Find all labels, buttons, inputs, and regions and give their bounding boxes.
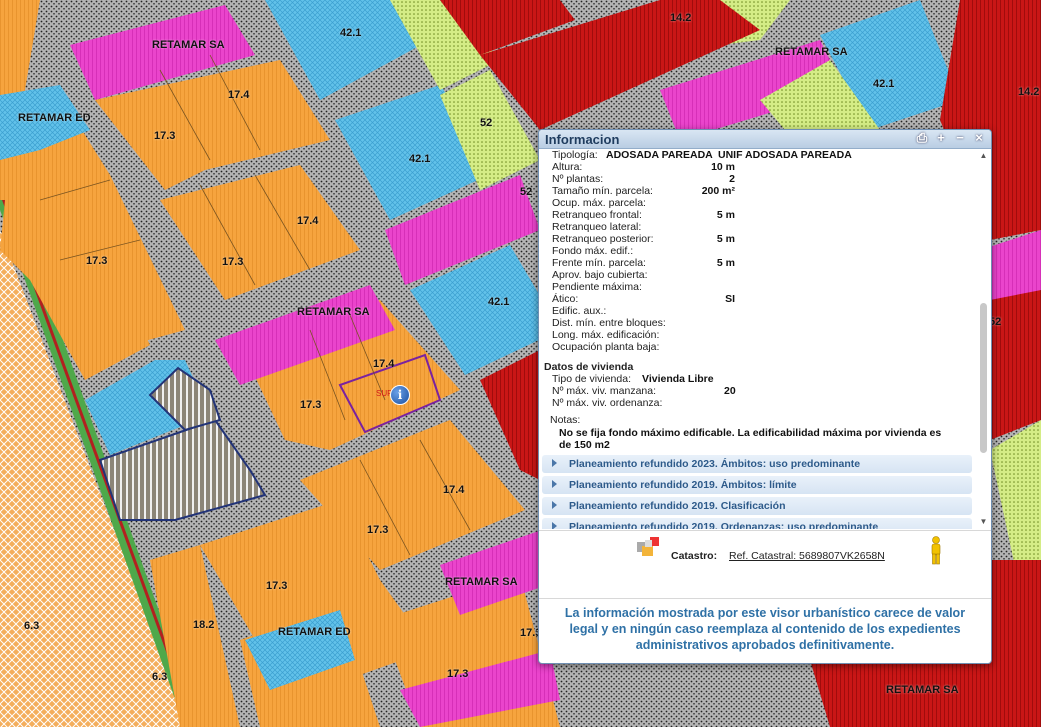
info-marker-icon[interactable]: i	[390, 385, 410, 405]
scrollbar-thumb[interactable]	[980, 303, 987, 453]
close-icon[interactable]: ×	[973, 131, 985, 145]
catastro-label: Catastro:	[671, 550, 718, 562]
map-label: 17.3	[222, 256, 244, 268]
zone-red	[990, 290, 1041, 440]
scroll-down-icon[interactable]: ▼	[978, 517, 989, 527]
map-label: 17.3	[86, 255, 108, 267]
param-label: Retranqueo frontal:	[552, 209, 642, 221]
minimize-icon[interactable]: −	[954, 131, 966, 145]
max-manzana-value: 20	[724, 385, 736, 397]
expand-arrow-icon	[552, 522, 557, 529]
param-label: Frente mín. parcela:	[552, 257, 646, 269]
param-label: Fondo máx. edif.:	[552, 245, 634, 257]
map-label: RETAMAR SA	[886, 684, 959, 696]
param-value: SI	[725, 293, 735, 305]
ref-catastral-link[interactable]: Ref. Catastral: 5689807VK2658N	[729, 550, 885, 562]
param-value: 5 m	[716, 209, 735, 221]
map-label: RETAMAR ED	[278, 626, 351, 638]
accordion-label: Planeamiento refundido 2019. Clasificaci…	[569, 500, 786, 512]
map-label: 6.3	[24, 620, 40, 632]
map-label: RETAMAR ED	[18, 112, 91, 124]
street-view-person-icon[interactable]	[929, 536, 943, 566]
param-label: Ocupación planta baja:	[552, 341, 660, 353]
map-label: 17.3	[154, 130, 176, 142]
tipologia-value: ADOSADA PAREADA	[606, 149, 713, 161]
scroll-up-icon[interactable]: ▲	[978, 151, 989, 161]
map-label: 18.2	[193, 619, 215, 631]
map-label: 6.3	[152, 671, 168, 683]
maximize-icon[interactable]: +	[935, 131, 947, 145]
tipo-vivienda-value: Vivienda Libre	[642, 373, 714, 385]
map-label: RETAMAR SA	[445, 576, 518, 588]
catastro-logo-icon	[637, 537, 659, 556]
notas-text-2: de 150 m2	[559, 439, 610, 451]
catastro-section: Catastro: Ref. Catastral: 5689807VK2658N	[539, 530, 991, 581]
map-label: 17.4	[373, 358, 395, 370]
map-label: RETAMAR SA	[152, 39, 225, 51]
param-value: 2	[729, 173, 735, 185]
info-window: Informacion ⎙ + − × Tipología: ADOSADA P…	[538, 129, 992, 664]
info-window-titlebar[interactable]: Informacion ⎙ + − ×	[539, 130, 991, 149]
tipologia-label: Tipología:	[552, 149, 598, 161]
notas-text: No se fija fondo máximo edificable. La e…	[559, 427, 942, 439]
map-label: 52	[480, 117, 493, 129]
map-label: 17.4	[443, 484, 465, 496]
map-label: 42.1	[340, 27, 362, 39]
accordion-label: Planeamiento refundido 2019. Ordenanzas:…	[569, 521, 879, 529]
info-scroll-area[interactable]: Tipología: ADOSADA PAREADA UNIF ADOSADA …	[539, 149, 977, 529]
accordion-item[interactable]: Planeamiento refundido 2019. Clasificaci…	[542, 497, 972, 515]
accordion-label: Planeamiento refundido 2023. Ámbitos: us…	[569, 458, 861, 470]
legal-disclaimer: La información mostrada por este visor u…	[539, 598, 991, 653]
tipologia-value-2: UNIF ADOSADA PAREADA	[718, 149, 852, 161]
disclaimer-line: La información mostrada por este visor u…	[564, 606, 966, 620]
map-label: 17.3	[447, 668, 469, 680]
accordion-label: Planeamiento refundido 2019. Ámbitos: lí…	[569, 479, 797, 491]
param-label: Nº plantas:	[552, 173, 604, 185]
param-label: Aprov. bajo cubierta:	[552, 269, 648, 281]
param-label: Retranqueo lateral:	[552, 221, 642, 233]
vivienda-heading: Datos de vivienda	[544, 361, 634, 373]
map-label: 14.2	[670, 12, 692, 24]
param-label: Edific. aux.:	[552, 305, 607, 317]
notas-label: Notas:	[550, 414, 581, 426]
param-label: Long. máx. edificación:	[552, 329, 660, 341]
map-label: 17.3	[266, 580, 288, 592]
map-label: 17.3	[367, 524, 389, 536]
param-value: 5 m	[716, 233, 735, 245]
map-label: RETAMAR SA	[297, 306, 370, 318]
param-label: Tamaño mín. parcela:	[552, 185, 653, 197]
map-label: 17.4	[297, 215, 319, 227]
accordion-item[interactable]: Planeamiento refundido 2023. Ámbitos: us…	[542, 455, 972, 473]
disclaimer-line: legal y en ningún caso reemplaza al cont…	[569, 622, 961, 636]
param-value: 200 m²	[701, 185, 735, 197]
map-label: 42.1	[873, 78, 895, 90]
param-label: Retranqueo posterior:	[552, 233, 654, 245]
map-label: 42.1	[409, 153, 431, 165]
print-icon[interactable]: ⎙	[916, 131, 928, 145]
expand-arrow-icon	[552, 480, 557, 488]
param-label: Altura:	[552, 161, 583, 173]
map-label: 14.2	[1018, 86, 1040, 98]
max-manzana-label: Nº máx. viv. manzana:	[552, 385, 657, 397]
map-label: 52	[520, 186, 533, 198]
param-label: Pendiente máxima:	[552, 281, 642, 293]
tipo-vivienda-label: Tipo de vivienda:	[552, 373, 631, 385]
accordion-item[interactable]: Planeamiento refundido 2019. Ordenanzas:…	[542, 518, 972, 529]
map-label: 17.3	[300, 399, 322, 411]
map-label: 17.4	[228, 89, 250, 101]
param-label: Ático:	[552, 293, 579, 305]
expand-arrow-icon	[552, 501, 557, 509]
map-label: 42.1	[488, 296, 510, 308]
map-label: RETAMAR SA	[775, 46, 848, 58]
vertical-scrollbar[interactable]: ▲ ▼	[978, 151, 989, 527]
disclaimer-line: administrativos aprobados definitivament…	[635, 638, 895, 652]
accordion-item[interactable]: Planeamiento refundido 2019. Ámbitos: lí…	[542, 476, 972, 494]
param-value: 10 m	[711, 161, 735, 173]
max-ordenanza-label: Nº máx. viv. ordenanza:	[552, 397, 663, 409]
param-label: Dist. mín. entre bloques:	[552, 317, 666, 329]
info-window-title: Informacion	[545, 132, 620, 147]
param-label: Ocup. máx. parcela:	[552, 197, 646, 209]
expand-arrow-icon	[552, 459, 557, 467]
param-value: 5 m	[716, 257, 735, 269]
